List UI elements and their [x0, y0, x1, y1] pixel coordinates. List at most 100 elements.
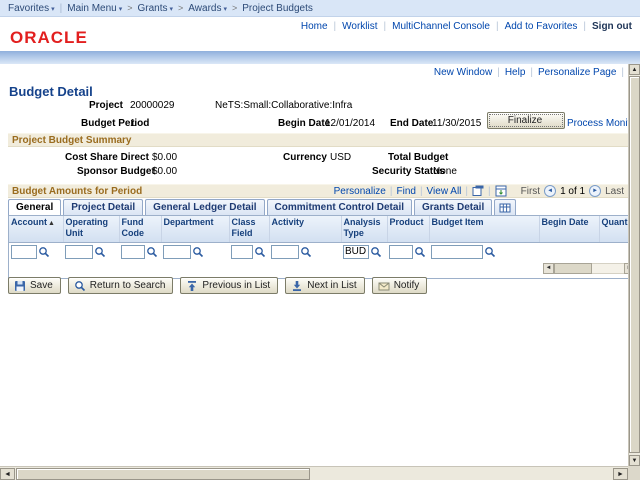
previous-in-list-button[interactable]: Previous in List [180, 277, 279, 294]
grid-scroll-left-icon[interactable]: ◄ [543, 262, 554, 274]
breadcrumb-awards[interactable]: Awards ▾ [188, 3, 227, 14]
department-input[interactable] [163, 244, 191, 259]
project-label: Project [89, 100, 123, 111]
link-add-to-favorites[interactable]: Add to Favorites [505, 21, 578, 32]
grid-scroll-track[interactable] [554, 262, 624, 274]
pager-previous-icon[interactable]: ◄ [544, 185, 557, 197]
column-header-begin-date[interactable]: Begin Date [539, 216, 600, 243]
download-icon[interactable] [495, 185, 507, 197]
header-links: Home | Worklist | MultiChannel Console |… [301, 21, 632, 32]
scroll-up-icon[interactable]: ▲ [629, 64, 640, 75]
scrollbar-corner [628, 466, 640, 480]
horizontal-scroll-thumb[interactable] [16, 468, 310, 480]
scroll-down-icon[interactable]: ▼ [629, 455, 640, 466]
breadcrumb-divider: | [59, 2, 63, 14]
breadcrumb-grants-label: Grants [137, 2, 168, 14]
show-all-columns-tab[interactable] [494, 199, 517, 215]
vertical-scroll-thumb[interactable] [629, 76, 640, 453]
tab-commitment-control-detail[interactable]: Commitment Control Detail [266, 199, 412, 215]
column-header-fund-code[interactable]: Fund Code [119, 216, 162, 243]
breadcrumb-favorites-label: Favorites [8, 2, 50, 14]
page-utility-links: New Window | Help | Personalize Page | [0, 65, 628, 80]
analysis-type-lookup-icon[interactable] [370, 246, 382, 258]
budget-item-input[interactable] [431, 244, 483, 259]
budget-item-lookup-icon[interactable] [484, 246, 496, 258]
column-header-budget-item[interactable]: Budget Item [429, 216, 540, 243]
link-new-window[interactable]: New Window [434, 67, 492, 78]
column-header-department[interactable]: Department [161, 216, 230, 243]
operating-unit-lookup-icon[interactable] [94, 246, 106, 258]
fund-code-lookup-icon[interactable] [146, 246, 158, 258]
budget-amounts-bar: Budget Amounts for Period Personalize | … [8, 184, 628, 198]
peoplesoft-window: Favorites ▾ | Main Menu ▾ > Grants ▾ > Awar… [0, 0, 640, 480]
activity-cell [269, 242, 341, 261]
product-input[interactable] [389, 244, 413, 259]
breadcrumb-grants[interactable]: Grants ▾ [138, 3, 174, 14]
activity-lookup-icon[interactable] [300, 246, 312, 258]
column-header-activity[interactable]: Activity [269, 216, 342, 243]
link-separator: | [497, 67, 500, 78]
link-worklist[interactable]: Worklist [342, 21, 377, 32]
previous-in-list-icon [186, 280, 198, 292]
fund-code-input[interactable] [121, 244, 145, 259]
pager-next-icon[interactable]: ► [589, 185, 602, 197]
next-in-list-button[interactable]: Next in List [285, 277, 365, 294]
notify-button[interactable]: Notify [371, 277, 428, 294]
begin-date-label: Begin Date [278, 118, 331, 129]
breadcrumb-favorites[interactable]: Favorites ▾ [8, 3, 55, 14]
link-multichannel-console[interactable]: MultiChannel Console [392, 21, 490, 32]
tab-general[interactable]: General [8, 199, 62, 215]
breadcrumb-separator-icon: > [127, 3, 133, 13]
account-lookup-icon[interactable] [38, 246, 50, 258]
activity-input[interactable] [271, 244, 299, 259]
grid-scroll-thumb[interactable] [554, 262, 592, 274]
product-lookup-icon[interactable] [414, 246, 426, 258]
column-header-account[interactable]: Account▲ [9, 216, 64, 243]
column-header-class-field[interactable]: Class Field [229, 216, 270, 243]
class-field-input[interactable] [231, 244, 253, 259]
horizontal-scrollbar[interactable]: ◄ ► [0, 466, 628, 480]
zoom-grid-icon[interactable] [472, 185, 484, 197]
link-help[interactable]: Help [505, 67, 526, 78]
budget-grid: Account▲ Operating Unit Fund Code Depart… [8, 215, 638, 279]
grid-horizontal-scrollbar[interactable]: ◄ ► [543, 262, 635, 274]
class-field-lookup-icon[interactable] [254, 246, 266, 258]
header-blue-band [0, 51, 640, 64]
tab-general-ledger-detail[interactable]: General Ledger Detail [145, 199, 265, 215]
analysis-type-input[interactable] [343, 244, 369, 259]
pager-last[interactable]: Last [605, 186, 624, 197]
vertical-scrollbar[interactable]: ▲ ▼ [628, 64, 640, 466]
finalize-button[interactable]: Finalize [487, 112, 565, 129]
personalize-link[interactable]: Personalize [334, 186, 386, 197]
breadcrumb-main-menu[interactable]: Main Menu ▾ [67, 3, 122, 14]
find-link[interactable]: Find [396, 186, 415, 197]
link-home[interactable]: Home [301, 21, 328, 32]
budget-period-label: Budget Period [81, 118, 150, 129]
return-to-search-button-label: Return to Search [89, 280, 166, 291]
column-header-analysis-type[interactable]: Analysis Type [341, 216, 388, 243]
end-date-label: End Date [390, 118, 434, 129]
link-separator: | [621, 67, 624, 78]
operating-unit-input[interactable] [65, 244, 93, 259]
tab-grants-detail[interactable]: Grants Detail [414, 199, 493, 215]
return-to-search-button[interactable]: Return to Search [67, 277, 174, 294]
currency-label: Currency [283, 152, 327, 163]
tab-project-detail[interactable]: Project Detail [63, 199, 144, 215]
link-personalize-page[interactable]: Personalize Page [538, 67, 616, 78]
view-all-link[interactable]: View All [427, 186, 462, 197]
account-input[interactable] [11, 244, 37, 259]
cost-share-direct-label: Cost Share Direct [65, 152, 149, 163]
column-header-product[interactable]: Product [387, 216, 430, 243]
operating-unit-cell [63, 242, 119, 261]
department-lookup-icon[interactable] [192, 246, 204, 258]
scroll-left-icon[interactable]: ◄ [0, 468, 15, 480]
chevron-down-icon: ▾ [169, 5, 174, 13]
link-sign-out[interactable]: Sign out [592, 21, 632, 32]
pager-first[interactable]: First [521, 186, 540, 197]
scroll-right-icon[interactable]: ► [613, 468, 628, 480]
save-button[interactable]: Save [8, 277, 61, 294]
link-separator: | [583, 21, 586, 32]
chevron-down-icon: ▾ [223, 5, 227, 13]
column-header-operating-unit[interactable]: Operating Unit [63, 216, 120, 243]
grid-data-row [9, 242, 637, 261]
